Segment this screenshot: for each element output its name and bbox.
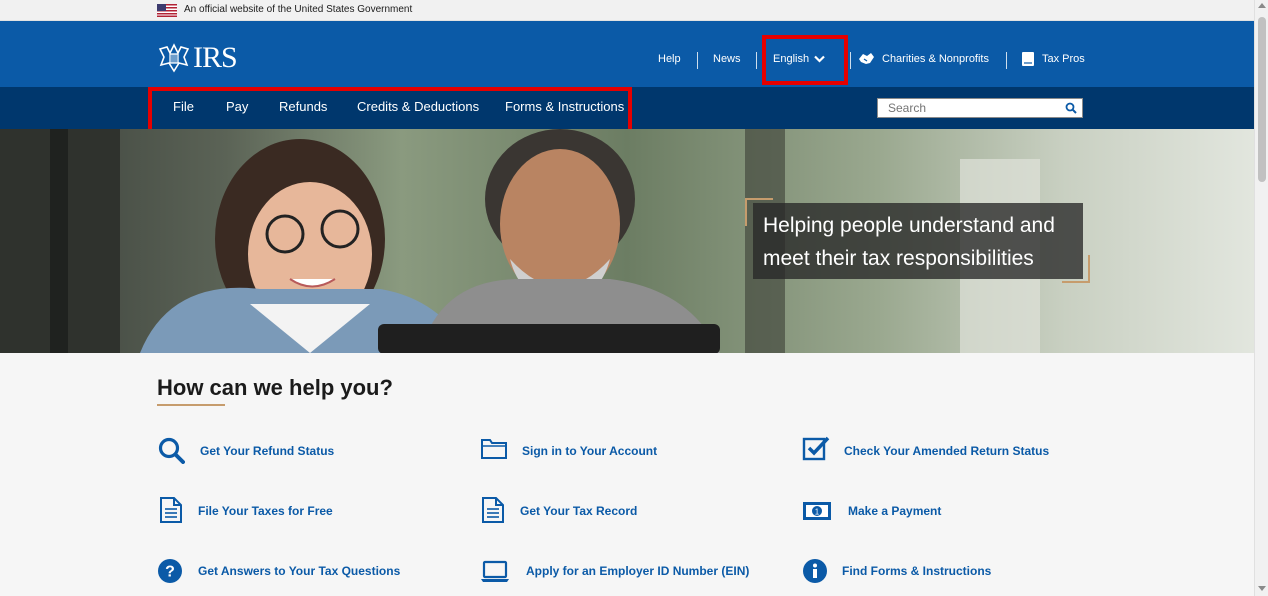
gov-banner-text: An official website of the United States…	[184, 4, 413, 15]
nav-divider	[1006, 52, 1007, 69]
task-file-free[interactable]: File Your Taxes for Free	[198, 504, 333, 518]
handshake-icon	[859, 53, 874, 64]
task-refund-status[interactable]: Get Your Refund Status	[200, 444, 334, 458]
info-icon[interactable]	[802, 557, 830, 585]
question-icon[interactable]: ?	[157, 557, 185, 585]
money-icon[interactable]: 1	[802, 497, 832, 525]
language-highlight-box	[762, 35, 848, 85]
folder-icon[interactable]	[480, 435, 508, 463]
charities-link[interactable]: Charities & Nonprofits	[858, 51, 989, 66]
tax-pros-link[interactable]: Tax Pros	[1021, 51, 1085, 67]
document-icon[interactable]	[479, 496, 507, 524]
title-underline	[157, 404, 225, 406]
task-find-forms[interactable]: Find Forms & Instructions	[842, 564, 991, 578]
gov-banner: An official website of the United States…	[0, 0, 1254, 21]
charities-label: Charities & Nonprofits	[882, 52, 989, 65]
hero-caption: Helping people understand and meet their…	[763, 214, 1055, 270]
task-make-payment[interactable]: Make a Payment	[848, 504, 941, 518]
page-scrollbar[interactable]	[1254, 0, 1268, 596]
main-nav: File Pay Refunds Credits & Deductions Fo…	[0, 87, 1254, 134]
task-sign-in[interactable]: Sign in to Your Account	[522, 444, 657, 458]
task-tax-record[interactable]: Get Your Tax Record	[520, 504, 637, 518]
tax-pros-label: Tax Pros	[1042, 53, 1085, 65]
news-link[interactable]: News	[713, 53, 741, 65]
hero-banner: Helping people understand and meet their…	[0, 129, 1254, 353]
scroll-down-arrow-icon[interactable]	[1258, 586, 1266, 591]
logo-text: IRS	[193, 41, 238, 74]
nav-divider	[697, 52, 698, 69]
task-tax-questions[interactable]: Get Answers to Your Tax Questions	[198, 564, 400, 578]
site-header: IRS Help News English Charities & Nonpro…	[0, 21, 1254, 87]
search-box	[877, 98, 1083, 118]
help-section-title: How can we help you?	[157, 375, 393, 400]
search-icon[interactable]	[1065, 102, 1077, 114]
svg-text:?: ?	[165, 564, 175, 581]
laptop-icon[interactable]	[480, 557, 512, 585]
magnifier-icon[interactable]	[157, 436, 185, 464]
us-flag-icon	[157, 4, 177, 17]
book-icon	[1022, 52, 1034, 66]
scroll-thumb[interactable]	[1258, 17, 1266, 182]
task-apply-ein[interactable]: Apply for an Employer ID Number (EIN)	[526, 564, 749, 578]
scroll-up-arrow-icon[interactable]	[1258, 3, 1266, 8]
svg-text:1: 1	[815, 508, 820, 517]
search-input[interactable]	[878, 99, 1058, 117]
task-amended-return[interactable]: Check Your Amended Return Status	[844, 444, 1049, 458]
checkbox-icon[interactable]	[802, 435, 830, 463]
nav-divider	[756, 52, 757, 69]
main-nav-highlight-box	[148, 87, 632, 134]
irs-logo[interactable]: IRS	[157, 41, 238, 75]
nav-divider	[850, 52, 851, 69]
eagle-icon	[158, 43, 190, 73]
help-link[interactable]: Help	[658, 53, 681, 65]
document-icon[interactable]	[157, 496, 185, 524]
